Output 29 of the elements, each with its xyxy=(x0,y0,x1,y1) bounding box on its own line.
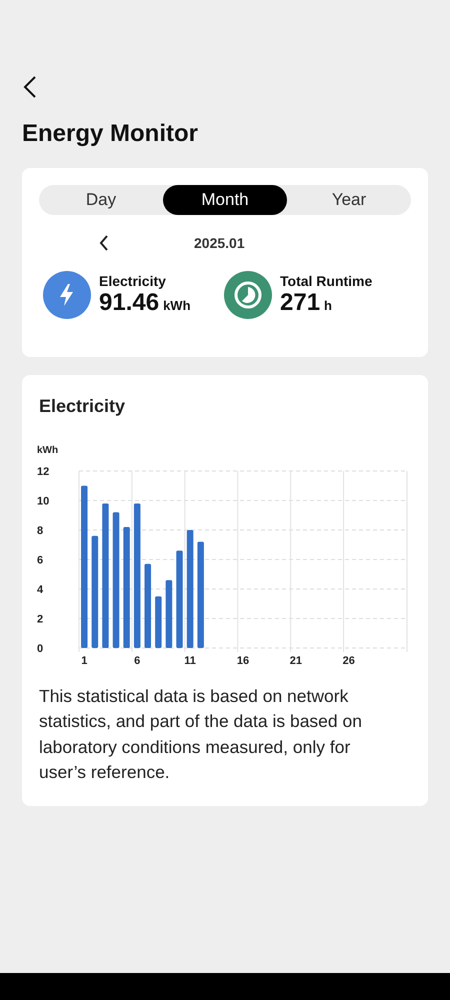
tick-label: 0 xyxy=(37,643,44,655)
tick-label: 6 xyxy=(37,554,44,566)
axis-unit: kWh xyxy=(37,445,58,456)
stat-unit: kWh xyxy=(163,298,191,313)
stat-unit: h xyxy=(324,298,332,313)
stat-label: Total Runtime xyxy=(280,273,372,289)
chart-bar xyxy=(155,596,162,648)
stat-label: Electricity xyxy=(99,273,167,289)
disclaimer-text: This statistical data is based on network statistics, and part of the data is based on laboratory conditions measured, only for user’s reference. xyxy=(39,685,363,784)
tick-label: 16 xyxy=(236,655,250,667)
period-label: 2025.01 xyxy=(194,235,245,251)
stat-value: 91.46 xyxy=(99,289,160,317)
period-tab[interactable]: Month xyxy=(163,185,287,215)
page-title: Energy Monitor xyxy=(22,120,200,148)
chart-bar xyxy=(166,580,172,648)
tick-label: 6 xyxy=(134,655,140,667)
tick-label: 1 xyxy=(81,655,88,667)
period-tab[interactable]: Year xyxy=(287,185,411,215)
stat-value: 271 xyxy=(280,289,320,317)
tick-label: 4 xyxy=(37,584,44,596)
tick-label: 2 xyxy=(37,614,44,626)
tick-label: 26 xyxy=(342,655,355,667)
tick-label: 12 xyxy=(37,466,50,478)
tick-label: 8 xyxy=(37,525,44,537)
chart-title: Electricity xyxy=(39,396,126,417)
tick-label: 21 xyxy=(290,655,302,667)
period-tab[interactable]: Day xyxy=(39,185,163,215)
tick-label: 11 xyxy=(184,655,196,667)
tick-label: 10 xyxy=(37,496,50,508)
